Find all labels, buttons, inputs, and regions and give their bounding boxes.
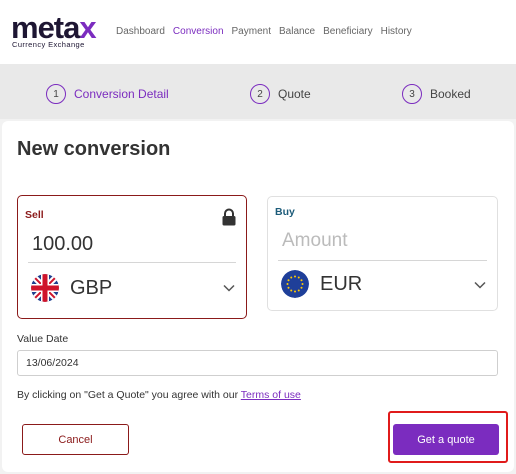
- sell-label: Sell: [25, 209, 44, 221]
- top-bar: metax Currency Exchange Dashboard Conver…: [0, 0, 516, 64]
- terms-notice: By clicking on "Get a Quote" you agree w…: [17, 389, 301, 401]
- cancel-button[interactable]: Cancel: [22, 424, 129, 455]
- sell-currency-select[interactable]: GBP: [31, 274, 112, 302]
- terms-text: By clicking on "Get a Quote" you agree w…: [17, 389, 241, 401]
- value-date-label: Value Date: [17, 333, 69, 345]
- buy-currency-select[interactable]: EUR: [281, 270, 362, 298]
- logo-tagline: Currency Exchange: [12, 40, 85, 49]
- step-quote: 2 Quote: [250, 84, 311, 104]
- buy-panel: Buy EUR: [267, 196, 498, 311]
- value-date-input[interactable]: [17, 350, 498, 376]
- step-number: 2: [250, 84, 270, 104]
- step-conversion-detail: 1 Conversion Detail: [46, 84, 169, 104]
- progress-steps: 1 Conversion Detail 2 Quote 3 Booked: [0, 64, 516, 119]
- terms-of-use-link[interactable]: Terms of use: [241, 389, 301, 401]
- nav-beneficiary[interactable]: Beneficiary: [323, 26, 372, 37]
- step-number: 1: [46, 84, 66, 104]
- uk-flag-icon: [31, 274, 59, 302]
- get-quote-button[interactable]: Get a quote: [393, 424, 499, 455]
- conversion-card: New conversion Sell 100.00 GBP Buy Amoun…: [2, 121, 514, 472]
- sell-amount-input[interactable]: 100.00: [32, 233, 93, 256]
- buy-label: Buy: [275, 206, 295, 218]
- eu-flag-icon: [281, 270, 309, 298]
- buy-divider: [278, 260, 487, 261]
- page-title: New conversion: [17, 138, 171, 160]
- step-number: 3: [402, 84, 422, 104]
- chevron-down-icon[interactable]: [223, 284, 235, 292]
- step-label: Booked: [430, 87, 471, 101]
- metax-logo[interactable]: metax Currency Exchange: [11, 11, 107, 50]
- nav-conversion[interactable]: Conversion: [173, 26, 224, 37]
- sell-panel: Sell 100.00 GBP: [17, 195, 247, 319]
- step-label: Quote: [278, 87, 311, 101]
- nav-payment[interactable]: Payment: [232, 26, 271, 37]
- main-nav: Dashboard Conversion Payment Balance Ben…: [116, 26, 420, 37]
- sell-currency-code: GBP: [70, 276, 113, 299]
- chevron-down-icon[interactable]: [474, 281, 486, 289]
- step-label: Conversion Detail: [74, 87, 169, 101]
- step-booked: 3 Booked: [402, 84, 471, 104]
- nav-dashboard[interactable]: Dashboard: [116, 26, 165, 37]
- buy-currency-code: EUR: [320, 272, 363, 295]
- nav-balance[interactable]: Balance: [279, 26, 315, 37]
- nav-history[interactable]: History: [381, 26, 412, 37]
- buy-amount-input[interactable]: [282, 230, 482, 252]
- lock-icon[interactable]: [221, 208, 237, 226]
- sell-divider: [28, 262, 236, 263]
